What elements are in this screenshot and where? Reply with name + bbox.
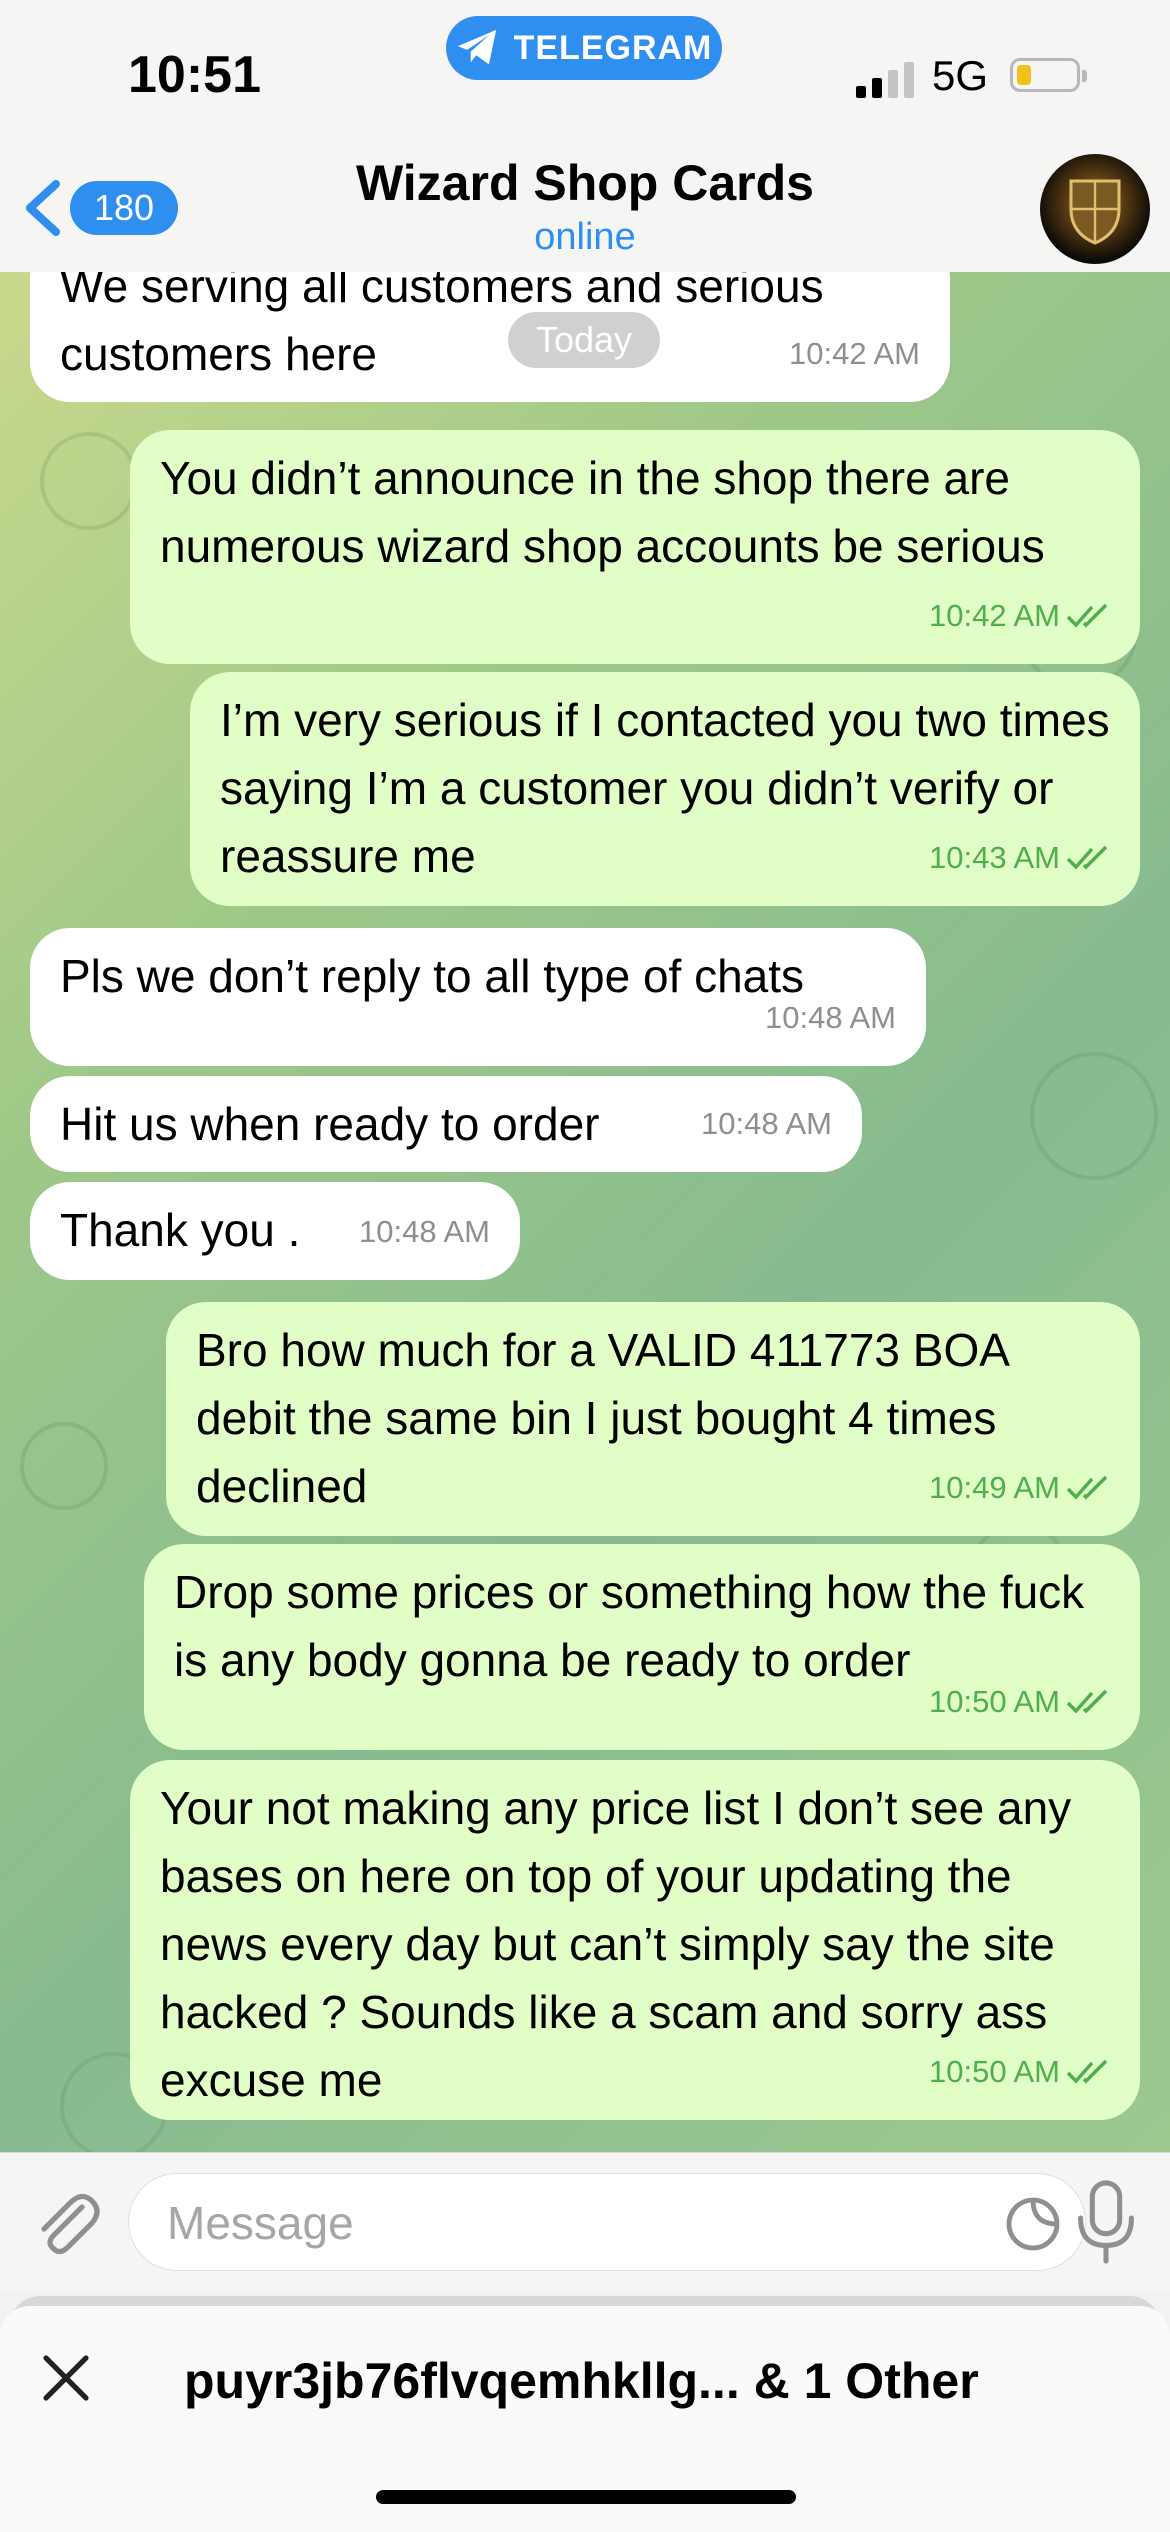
message-text: Hit us when ready to order [60, 1098, 600, 1150]
message-time: 10:43 AM [929, 840, 1060, 875]
message-bubble[interactable]: You didn’t announce in the shop there ar… [130, 430, 1140, 664]
double-check-icon [1066, 1689, 1108, 1714]
signal-icon [856, 62, 914, 98]
chat-status: online [534, 216, 636, 258]
message-time: 10:49 AM [929, 1470, 1060, 1505]
battery-icon [1010, 58, 1087, 92]
message-time: 10:50 AM [929, 1684, 1060, 1719]
double-check-icon [1066, 2059, 1108, 2084]
message-bubble[interactable]: Your not making any price list I don’t s… [130, 1760, 1140, 2120]
message-input[interactable] [165, 2190, 929, 2256]
telegram-pill[interactable]: TELEGRAM [446, 16, 722, 80]
message-bubble[interactable]: Hit us when ready to order 10:48 AM [30, 1076, 862, 1172]
message-bubble[interactable]: Pls we don’t reply to all type of chats … [30, 928, 926, 1066]
status-time: 10:51 [128, 46, 261, 104]
microphone-icon[interactable] [1072, 2179, 1140, 2265]
message-bubble[interactable]: Bro how much for a VALID 411773 BOA debi… [166, 1302, 1140, 1536]
avatar[interactable] [1040, 154, 1150, 264]
share-sheet-title: puyr3jb76flvqemhkllg... & 1 Other [184, 2353, 979, 2409]
message-time: 10:42 AM [929, 598, 1060, 633]
double-check-icon [1066, 1475, 1108, 1500]
message-text: You didn’t announce in the shop there ar… [160, 452, 1045, 572]
message-text: Bro how much for a VALID 411773 BOA debi… [196, 1324, 1008, 1512]
message-text: Thank you . [60, 1204, 301, 1256]
chat-header: 180 Wizard Shop Cards online [0, 140, 1170, 273]
close-icon[interactable] [40, 2352, 92, 2404]
paperclip-icon[interactable] [30, 2187, 102, 2259]
message-bubble[interactable]: I’m very serious if I contacted you two … [190, 672, 1140, 906]
telegram-plane-icon [457, 29, 496, 65]
double-check-icon [1066, 845, 1108, 870]
sticker-icon[interactable] [1003, 2194, 1063, 2254]
message-time: 10:48 AM [359, 1214, 490, 1249]
message-field[interactable] [128, 2173, 1086, 2271]
date-chip: Today [508, 312, 660, 368]
message-bubble[interactable]: Thank you . 10:48 AM [30, 1182, 520, 1280]
network-type: 5G [932, 52, 989, 99]
message-text: Pls we don’t reply to all type of chats [60, 950, 805, 1002]
message-list[interactable]: We serving all customers and serious cus… [0, 272, 1170, 2152]
crest-icon [1069, 179, 1121, 245]
message-time: 10:42 AM [789, 336, 920, 371]
message-time: 10:50 AM [929, 2054, 1060, 2089]
composer-bar [0, 2152, 1170, 2291]
message-time: 10:48 AM [701, 1106, 832, 1141]
telegram-pill-label: TELEGRAM [513, 28, 713, 67]
home-indicator[interactable] [376, 2490, 796, 2504]
message-time: 10:48 AM [765, 1000, 896, 1035]
message-bubble[interactable]: We serving all customers and serious cus… [30, 272, 950, 402]
double-check-icon [1066, 603, 1108, 628]
message-bubble[interactable]: Drop some prices or something how the fu… [144, 1544, 1140, 1750]
status-bar: 10:51 TELEGRAM 5G [0, 0, 1170, 140]
message-text: We serving all customers and serious cus… [60, 272, 824, 380]
chat-title[interactable]: Wizard Shop Cards [0, 154, 1170, 212]
